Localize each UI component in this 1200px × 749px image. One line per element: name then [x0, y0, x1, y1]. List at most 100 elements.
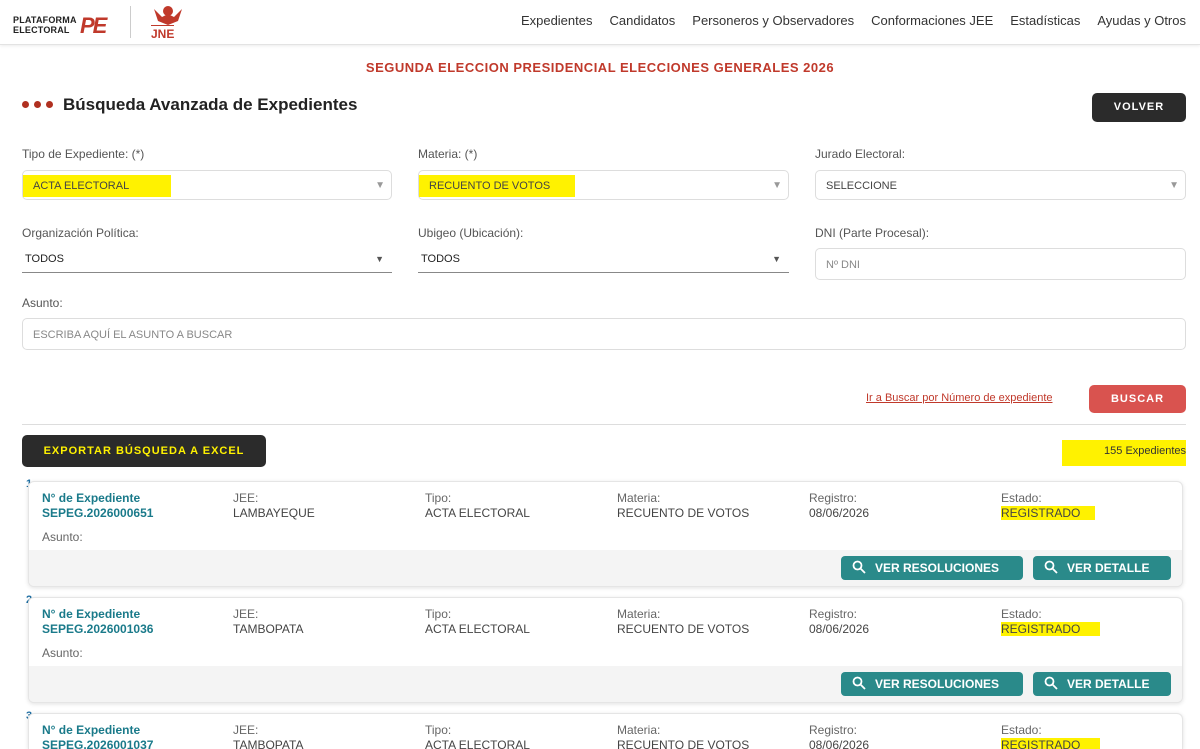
status-badge: REGISTRADO: [1001, 506, 1096, 520]
materia-value: RECUENTO DE VOTOS: [419, 175, 576, 197]
estado-key: Estado:: [1001, 723, 1042, 737]
jee-col: JEE: LAMBAYEQUE: [233, 491, 315, 520]
materia-value: RECUENTO DE VOTOS: [617, 622, 750, 636]
logo-divider: [130, 6, 131, 38]
jee-key: JEE:: [233, 723, 259, 737]
materia-label: Materia: (*): [418, 147, 478, 161]
asunto-input[interactable]: ESCRIBA AQUÍ EL ASUNTO A BUSCAR: [22, 318, 1186, 350]
materia-value: RECUENTO DE VOTOS: [617, 738, 750, 749]
tipo-key: Tipo:: [425, 723, 452, 737]
top-navbar: PLATAFORMA ELECTORAL PE JNE Expedientes …: [0, 0, 1200, 45]
brand-logo[interactable]: PLATAFORMA ELECTORAL: [13, 15, 77, 35]
expediente-key: N° de Expediente: [42, 491, 141, 505]
expediente-key: N° de Expediente: [42, 607, 141, 621]
estado-col: Estado: REGISTRADO: [1001, 491, 1096, 520]
materia-value: RECUENTO DE VOTOS: [617, 506, 750, 520]
expediente-key: N° de Expediente: [42, 723, 141, 737]
tipo-select[interactable]: ACTA ELECTORAL ▼: [22, 170, 392, 200]
registro-key: Registro:: [809, 491, 858, 505]
ver-resoluciones-label: VER RESOLUCIONES: [875, 677, 1000, 691]
back-button[interactable]: VOLVER: [1092, 93, 1186, 122]
ver-resoluciones-label: VER RESOLUCIONES: [875, 561, 1000, 575]
jee-value: TAMBOPATA: [233, 738, 304, 749]
expediente-number[interactable]: SEPEG.2026001037: [42, 738, 153, 749]
tipo-col: Tipo: ACTA ELECTORAL: [425, 491, 530, 520]
nav-personeros[interactable]: Personeros y Observadores: [692, 13, 854, 28]
search-icon: [852, 676, 866, 690]
asunto-row: Asunto:: [42, 646, 83, 660]
expediente-number[interactable]: SEPEG.2026001036: [42, 622, 153, 636]
materia-col: Materia: RECUENTO DE VOTOS: [617, 723, 749, 749]
results-count: 155 Expedientes: [1062, 440, 1186, 466]
ver-detalle-button[interactable]: VER DETALLE: [1033, 556, 1171, 580]
chevron-down-icon: ▼: [375, 180, 385, 191]
brand-line2: ELECTORAL: [13, 25, 70, 35]
registro-value: 08/06/2026: [809, 622, 870, 636]
tipo-value: ACTA ELECTORAL: [425, 506, 530, 520]
ver-resoluciones-button[interactable]: VER RESOLUCIONES: [841, 556, 1023, 580]
jee-key: JEE:: [233, 491, 259, 505]
organizacion-value: TODOS: [25, 253, 64, 265]
search-icon: [1044, 560, 1058, 574]
estado-key: Estado:: [1001, 491, 1042, 505]
chevron-down-icon: ▼: [772, 180, 782, 191]
organizacion-label: Organización Política:: [22, 226, 139, 240]
registro-key: Registro:: [809, 723, 858, 737]
jee-key: JEE:: [233, 607, 259, 621]
nav-ayudas[interactable]: Ayudas y Otros: [1097, 13, 1186, 28]
nav-conformaciones[interactable]: Conformaciones JEE: [871, 13, 993, 28]
registro-value: 08/06/2026: [809, 738, 870, 749]
registro-col: Registro: 08/06/2026: [809, 723, 869, 749]
nav-estadisticas[interactable]: Estadísticas: [1010, 13, 1080, 28]
expediente-col: N° de Expediente SEPEG.2026001036: [42, 607, 153, 636]
jee-col: JEE: TAMBOPATA: [233, 607, 303, 636]
ver-resoluciones-button[interactable]: VER RESOLUCIONES: [841, 672, 1023, 696]
divider: [22, 424, 1186, 425]
ubigeo-select[interactable]: TODOS ▼: [418, 247, 789, 273]
expediente-number[interactable]: SEPEG.2026000651: [42, 506, 153, 520]
materia-key: Materia:: [617, 491, 661, 505]
dni-input[interactable]: Nº DNI: [815, 248, 1186, 280]
brand-line1: PLATAFORMA: [13, 15, 77, 25]
search-button[interactable]: BUSCAR: [1089, 385, 1186, 413]
asunto-label: Asunto:: [22, 296, 63, 310]
expediente-col: N° de Expediente SEPEG.2026001037: [42, 723, 153, 749]
jne-logo-text: JNE: [151, 25, 175, 41]
jurado-label: Jurado Electoral:: [815, 147, 906, 161]
ver-detalle-label: VER DETALLE: [1067, 561, 1150, 575]
materia-col: Materia: RECUENTO DE VOTOS: [617, 491, 749, 520]
tipo-value: ACTA ELECTORAL: [23, 175, 172, 197]
tipo-label: Tipo de Expediente: (*): [22, 147, 145, 161]
ubigeo-label: Ubigeo (Ubicación):: [418, 226, 524, 240]
search-icon: [1044, 676, 1058, 690]
pe-logo-mark: PE: [80, 13, 107, 38]
tipo-col: Tipo: ACTA ELECTORAL: [425, 607, 530, 636]
materia-select[interactable]: RECUENTO DE VOTOS ▼: [418, 170, 789, 200]
registro-value: 08/06/2026: [809, 506, 870, 520]
nav-expedientes[interactable]: Expedientes: [521, 13, 593, 28]
page-title: Búsqueda Avanzada de Expedientes: [63, 95, 358, 114]
caret-down-icon: ▼: [375, 254, 384, 264]
ver-detalle-label: VER DETALLE: [1067, 677, 1150, 691]
search-by-number-link[interactable]: Ir a Buscar por Número de expediente: [866, 392, 1053, 404]
estado-col: Estado: REGISTRADO: [1001, 607, 1101, 636]
tipo-col: Tipo: ACTA ELECTORAL: [425, 723, 530, 749]
jurado-value: SELECCIONE: [826, 180, 897, 192]
registro-col: Registro: 08/06/2026: [809, 607, 869, 636]
title-dots-icon: [22, 101, 53, 108]
expediente-col: N° de Expediente SEPEG.2026000651: [42, 491, 153, 520]
nav-candidatos[interactable]: Candidatos: [610, 13, 676, 28]
materia-key: Materia:: [617, 607, 661, 621]
jurado-select[interactable]: SELECCIONE ▼: [815, 170, 1186, 200]
materia-col: Materia: RECUENTO DE VOTOS: [617, 607, 749, 636]
export-excel-button[interactable]: EXPORTAR BÚSQUEDA A EXCEL: [22, 435, 266, 467]
estado-key: Estado:: [1001, 607, 1042, 621]
organizacion-select[interactable]: TODOS ▼: [22, 247, 392, 273]
election-subtitle: SEGUNDA ELECCION PRESIDENCIAL ELECCIONES…: [365, 60, 835, 75]
jee-value: TAMBOPATA: [233, 622, 304, 636]
ver-detalle-button[interactable]: VER DETALLE: [1033, 672, 1171, 696]
ubigeo-value: TODOS: [421, 253, 460, 265]
tipo-key: Tipo:: [425, 491, 452, 505]
result-card: N° de Expediente SEPEG.2026000651 JEE: LAM…: [28, 481, 1183, 587]
estado-col: Estado: REGISTRADO: [1001, 723, 1101, 749]
